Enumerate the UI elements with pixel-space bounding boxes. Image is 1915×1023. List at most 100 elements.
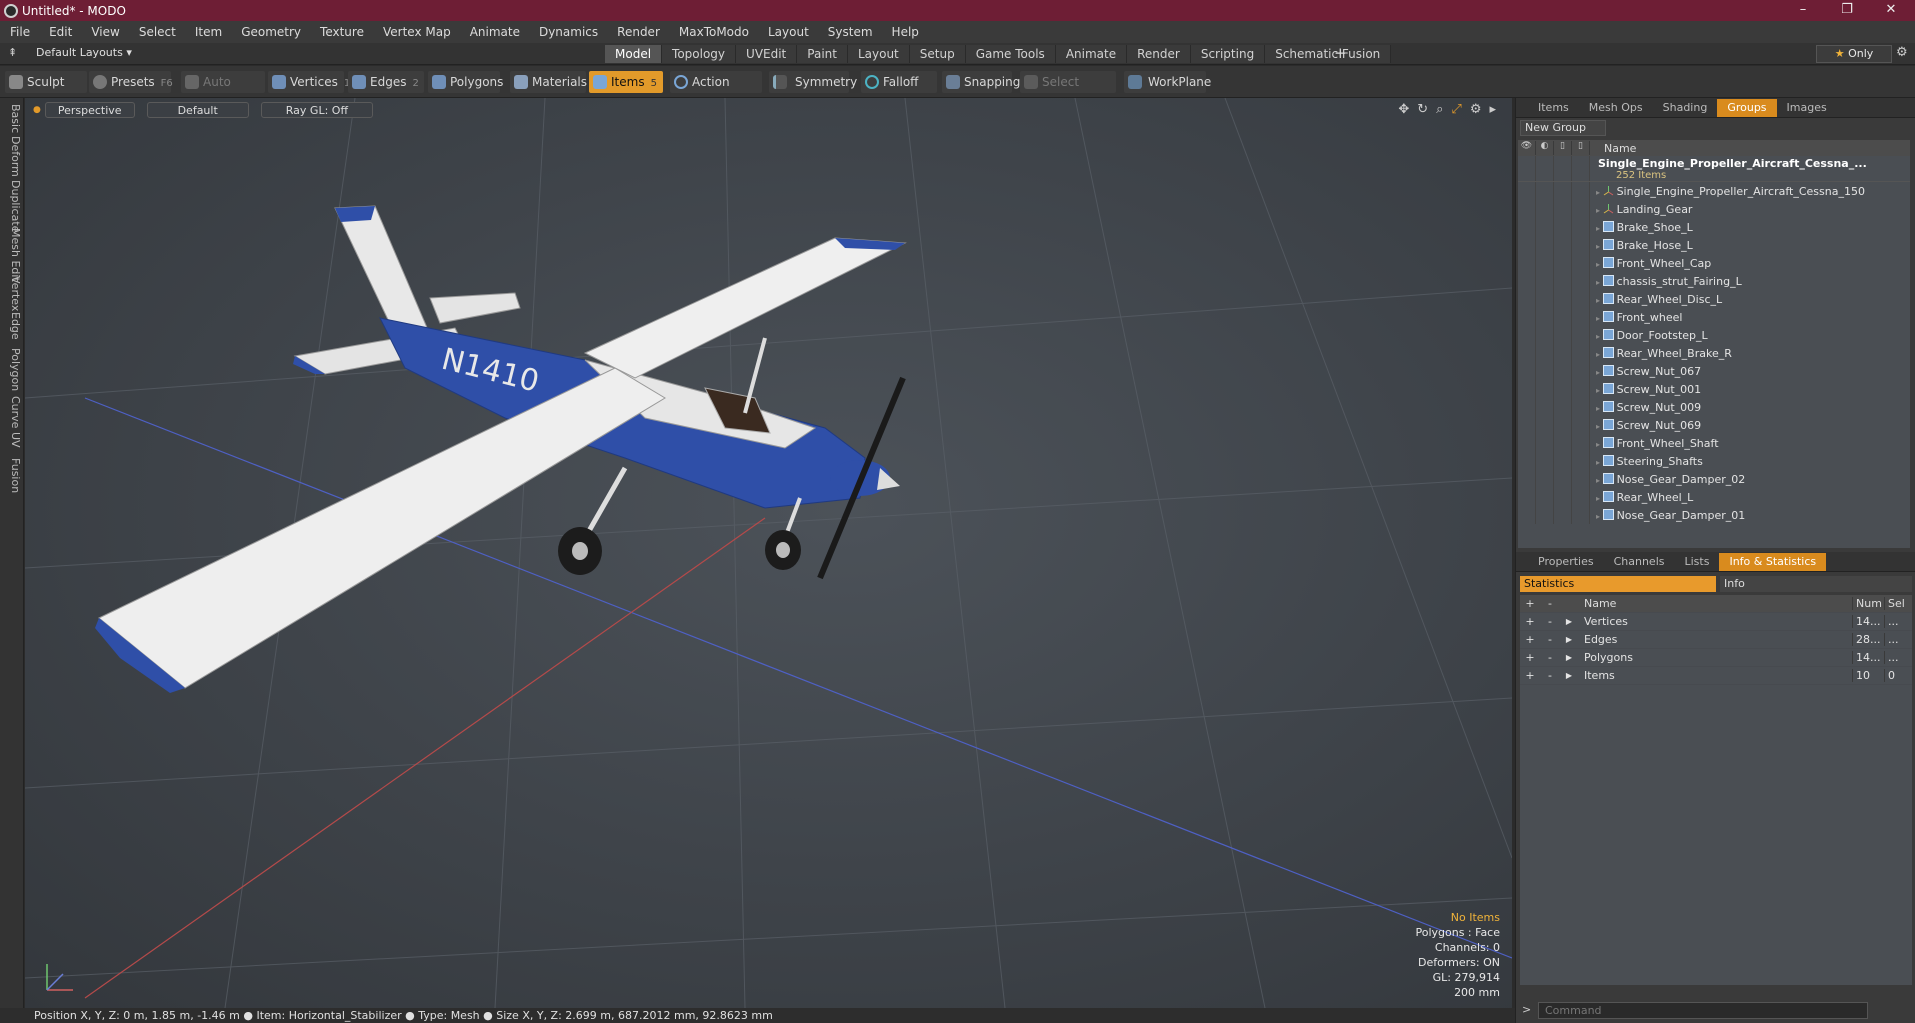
viewport-settings-icon[interactable]: ⚙ [1470,102,1482,117]
maximize-button[interactable]: ❐ [1825,0,1869,21]
left-tab-duplicate[interactable]: Duplicate [2,180,22,232]
expand-arrow-icon[interactable]: ▸ [1489,102,1496,117]
list-item[interactable]: ▸ Rear_Wheel_Disc_L [1518,290,1910,308]
menu-file[interactable]: File [10,25,30,39]
falloff-button[interactable]: Falloff [861,71,937,93]
action-center-button[interactable]: Action Center [670,71,762,111]
menu-select[interactable]: Select [139,25,176,39]
expand-triangle-icon[interactable]: ▶ [1560,617,1578,626]
select-column-icon[interactable]: ▯ [1572,141,1590,155]
add-icon[interactable]: + [1520,651,1540,664]
list-item[interactable]: ▸ Rear_Wheel_L [1518,488,1910,506]
list-item[interactable]: ▸ Screw_Nut_067 [1518,362,1910,380]
panel-tab-mesh-ops[interactable]: Mesh Ops [1579,99,1653,117]
menu-item[interactable]: Item [195,25,222,39]
layout-tab-render[interactable]: Render [1127,45,1191,63]
list-item[interactable]: ▸ Rear_Wheel_Brake_R [1518,344,1910,362]
list-item[interactable]: ▸ Nose_Gear_Damper_02 [1518,470,1910,488]
group-row[interactable]: Single_Engine_Propeller_Aircraft_Cessna_… [1518,156,1910,182]
lock-column-icon[interactable]: ▯ [1554,141,1572,155]
minimize-button[interactable]: – [1781,0,1825,21]
list-item[interactable]: ▸ Landing_Gear [1518,200,1910,218]
menu-maxtomodo[interactable]: MaxToModo [679,25,749,39]
list-item[interactable]: ▸ Front_Wheel_Shaft [1518,434,1910,452]
layout-tab-schematic-fusion[interactable]: Schematic Fusion [1265,45,1392,63]
collapse-all-icon[interactable]: - [1540,597,1560,610]
remove-icon[interactable]: - [1540,615,1560,628]
presets-button[interactable]: Presets F6 [89,71,173,93]
panel-tab-properties[interactable]: Properties [1528,553,1604,571]
statistics-tab[interactable]: Statistics [1520,576,1716,592]
3d-viewport[interactable]: N1410 ● Perspective Default Ray GL: Off … [25,98,1512,1008]
only-button[interactable]: ★ Only [1816,45,1892,63]
menu-geometry[interactable]: Geometry [241,25,301,39]
menu-vertex-map[interactable]: Vertex Map [383,25,451,39]
workplane-button[interactable]: WorkPlane [1124,71,1211,93]
items-button[interactable]: Items 5 [589,71,663,93]
auto-select-button[interactable]: Auto Select [181,71,265,111]
menu-animate[interactable]: Animate [470,25,520,39]
add-icon[interactable]: + [1520,633,1540,646]
remove-icon[interactable]: - [1540,651,1560,664]
rotate-icon[interactable]: ↻ [1417,102,1428,117]
panel-tab-items[interactable]: Items [1528,99,1579,117]
layout-tab-uvedit[interactable]: UVEdit [736,45,798,63]
symmetry-button[interactable]: Symmetry [769,71,857,93]
list-item[interactable]: ▸ Front_Wheel_Cap [1518,254,1910,272]
stat-row-polygons[interactable]: + - ▶ Polygons 14...... [1520,649,1912,667]
list-item[interactable]: ▸ Single_Engine_Propeller_Aircraft_Cessn… [1518,182,1910,200]
edges-button[interactable]: Edges 2 [348,71,424,93]
left-tab-edge[interactable]: Edge [2,312,22,340]
shading-mode-button[interactable]: Default [146,102,249,118]
layout-tab-setup[interactable]: Setup [909,45,966,63]
polygons-button[interactable]: Polygons [428,71,503,93]
left-tab-basic[interactable]: Basic [2,104,22,133]
new-group-button[interactable]: New Group [1520,120,1606,136]
layout-tab-model[interactable]: Model [605,45,663,63]
add-tab-icon[interactable]: + [1334,44,1347,62]
expand-triangle-icon[interactable]: ▶ [1560,671,1578,680]
left-tab-uv[interactable]: UV [2,432,22,448]
layout-selector[interactable]: Default Layouts ▾ [36,46,132,59]
layout-tab-scripting[interactable]: Scripting [1190,45,1266,63]
snapping-button[interactable]: Snapping [942,71,1020,93]
list-item[interactable]: ▸ Brake_Hose_L [1518,236,1910,254]
panel-tab-groups[interactable]: Groups [1717,98,1777,117]
view-mode-button[interactable]: Perspective [44,102,135,118]
list-item[interactable]: ▸ chassis_strut_Fairing_L [1518,272,1910,290]
menu-layout[interactable]: Layout [768,25,809,39]
zoom-icon[interactable]: ⌕ [1436,102,1443,117]
command-input[interactable] [1538,1002,1868,1019]
add-icon[interactable]: + [1520,669,1540,682]
left-tab-vertex[interactable]: Vertex [2,276,22,311]
info-tab[interactable]: Info [1720,576,1912,592]
panel-tab-info-statistics[interactable]: Info & Statistics [1719,552,1827,571]
layout-tab-animate[interactable]: Animate [1055,45,1128,63]
raygl-button[interactable]: Ray GL: Off [260,102,374,118]
stat-row-vertices[interactable]: + - ▶ Vertices 14...... [1520,613,1912,631]
list-item[interactable]: ▸ Screw_Nut_009 [1518,398,1910,416]
pan-icon[interactable]: ✥ [1398,102,1409,117]
render-column-icon[interactable]: ◐ [1536,141,1554,155]
left-tab-deform[interactable]: Deform [2,136,22,177]
panel-tab-channels[interactable]: Channels [1604,553,1675,571]
menu-edit[interactable]: Edit [49,25,72,39]
menu-system[interactable]: System [828,25,873,39]
list-item[interactable]: ▸ Door_Footstep_L [1518,326,1910,344]
expand-triangle-icon[interactable]: ▶ [1560,653,1578,662]
panel-tab-shading[interactable]: Shading [1653,99,1718,117]
panel-tab-lists[interactable]: Lists [1675,553,1720,571]
remove-icon[interactable]: - [1540,669,1560,682]
layout-tab-game-tools[interactable]: Game Tools [965,45,1056,63]
list-item[interactable]: ▸ Front_wheel [1518,308,1910,326]
fit-icon[interactable]: ⤢ [1451,102,1461,117]
add-icon[interactable]: + [1520,615,1540,628]
list-item[interactable]: ▸ Steering_Shafts [1518,452,1910,470]
expand-triangle-icon[interactable]: ▶ [1560,635,1578,644]
list-item[interactable]: ▸ Nose_Gear_Damper_01 [1518,506,1910,524]
sculpt-button[interactable]: Sculpt [5,71,87,93]
layout-tab-layout[interactable]: Layout [847,45,910,63]
left-tab-mesh-edit[interactable]: Mesh Edit [2,228,22,282]
menu-texture[interactable]: Texture [320,25,364,39]
layout-tab-topology[interactable]: Topology [662,45,737,63]
